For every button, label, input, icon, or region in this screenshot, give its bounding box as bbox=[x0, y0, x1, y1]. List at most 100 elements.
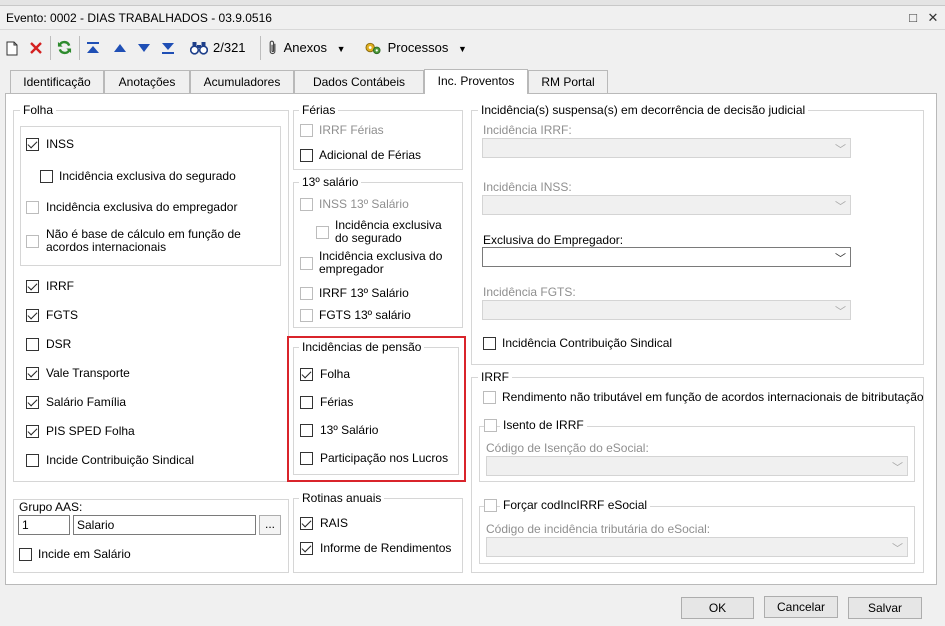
refresh-icon bbox=[57, 40, 72, 55]
informe-rendimentos-label: Informe de Rendimentos bbox=[320, 541, 452, 555]
incidencia-inss-select[interactable]: ﹀ bbox=[482, 195, 851, 215]
grupo-aas-label: Grupo AAS: bbox=[19, 500, 83, 514]
pensao-lucros-checkbox[interactable] bbox=[300, 452, 313, 465]
toolbar-separator bbox=[79, 36, 80, 60]
record-position: 2/321 bbox=[213, 40, 246, 55]
new-record-button[interactable] bbox=[6, 38, 20, 58]
inss-checkbox[interactable] bbox=[26, 138, 39, 151]
toolbar-separator bbox=[50, 36, 51, 60]
attachments-menu[interactable]: Anexos ▼ bbox=[268, 38, 358, 58]
incidencia-irrf-label: Incidência IRRF: bbox=[483, 123, 572, 137]
irrf-checkbox[interactable] bbox=[26, 280, 39, 293]
tab-rm-portal[interactable]: RM Portal bbox=[528, 70, 608, 93]
last-record-button[interactable] bbox=[162, 38, 176, 58]
tab-identificacao[interactable]: Identificação bbox=[10, 70, 104, 93]
incide-contribuicao-sindical-label: Incide Contribuição Sindical bbox=[46, 453, 195, 467]
incide-em-salario-checkbox[interactable] bbox=[19, 548, 32, 561]
salario-familia-checkbox[interactable] bbox=[26, 396, 39, 409]
incidencia-contribuicao-sindical-label: Incidência Contribuição Sindical bbox=[502, 336, 673, 350]
codigo-isencao-select[interactable]: ﹀ bbox=[486, 456, 908, 476]
tab-acumuladores[interactable]: Acumuladores bbox=[190, 70, 294, 93]
first-record-button[interactable] bbox=[87, 38, 101, 58]
pensao-folha-label: Folha bbox=[320, 367, 351, 381]
chevron-down-icon: ▼ bbox=[336, 44, 346, 54]
vale-transporte-checkbox[interactable] bbox=[26, 367, 39, 380]
chevron-down-icon: ▼ bbox=[457, 44, 467, 54]
pensao-13-checkbox[interactable] bbox=[300, 424, 313, 437]
arrow-up-icon bbox=[114, 44, 126, 52]
irrf-ferias-label: IRRF Férias bbox=[319, 123, 384, 137]
exclusiva-empregador-label: Exclusiva do Empregador: bbox=[483, 233, 624, 247]
restore-button[interactable]: □ bbox=[905, 10, 921, 26]
processes-menu[interactable]: Processos ▼ bbox=[364, 38, 474, 58]
last-record-icon bbox=[162, 43, 174, 54]
close-button[interactable]: ✕ bbox=[925, 10, 941, 26]
tab-inc-proventos[interactable]: Inc. Proventos bbox=[424, 69, 528, 94]
excl-empregador-13-checkbox[interactable] bbox=[300, 257, 313, 270]
delete-x-icon bbox=[30, 42, 42, 54]
chevron-down-icon: ﹀ bbox=[892, 543, 903, 555]
first-record-icon bbox=[87, 42, 99, 53]
refresh-button[interactable] bbox=[57, 38, 73, 58]
incide-contribuicao-sindical-checkbox[interactable] bbox=[26, 454, 39, 467]
nao-base-calculo-checkbox[interactable] bbox=[26, 235, 39, 248]
incidencia-contribuicao-sindical-checkbox[interactable] bbox=[483, 337, 496, 350]
grupo-aas-name-input[interactable]: Salario bbox=[73, 515, 256, 535]
excl-segurado-13-checkbox[interactable] bbox=[316, 226, 329, 239]
incide-em-salario-label: Incide em Salário bbox=[38, 547, 131, 561]
codigo-isencao-label: Código de Isenção do eSocial: bbox=[486, 441, 649, 455]
inc-exclusiva-segurado-checkbox[interactable] bbox=[40, 170, 53, 183]
irrf-label: IRRF bbox=[46, 279, 74, 293]
grupo-aas-browse-button[interactable]: ... bbox=[259, 515, 281, 535]
forcar-codincirrf-checkbox[interactable] bbox=[484, 499, 497, 512]
chevron-down-icon: ﹀ bbox=[835, 201, 846, 213]
incidencia-fgts-select[interactable]: ﹀ bbox=[482, 300, 851, 320]
rais-label: RAIS bbox=[320, 516, 349, 530]
grupo-aas-code-input[interactable]: 1 bbox=[18, 515, 70, 535]
excl-segurado-13-label: Incidência exclusiva do segurado bbox=[335, 218, 442, 245]
binoculars-icon bbox=[189, 42, 209, 55]
pensao-lucros-label: Participação nos Lucros bbox=[320, 451, 449, 465]
rendimento-nao-tributavel-label: Rendimento não tributável em função de a… bbox=[502, 390, 924, 404]
pensao-ferias-checkbox[interactable] bbox=[300, 396, 313, 409]
chevron-down-icon: ﹀ bbox=[835, 253, 846, 265]
gears-icon bbox=[365, 42, 381, 55]
informe-rendimentos-checkbox[interactable] bbox=[300, 542, 313, 555]
forcar-codincirrf-label: Forçar codIncIRRF eSocial bbox=[500, 498, 651, 512]
isento-irrf-checkbox[interactable] bbox=[484, 419, 497, 432]
save-button[interactable]: Salvar bbox=[848, 597, 922, 619]
codigo-incidencia-tributaria-select[interactable]: ﹀ bbox=[486, 537, 908, 557]
adicional-ferias-checkbox[interactable] bbox=[300, 149, 313, 162]
rais-checkbox[interactable] bbox=[300, 517, 313, 530]
irrf-13-checkbox[interactable] bbox=[300, 287, 313, 300]
rotinas-anuais-group-title: Rotinas anuais bbox=[299, 491, 385, 505]
fgts-13-label: FGTS 13º salário bbox=[319, 308, 411, 322]
irrf-13-label: IRRF 13º Salário bbox=[319, 286, 409, 300]
search-records-button[interactable] bbox=[189, 38, 210, 58]
irrf-group-title: IRRF bbox=[478, 370, 512, 384]
fgts-13-checkbox[interactable] bbox=[300, 309, 313, 322]
inss-13-label: INSS 13º Salário bbox=[319, 197, 409, 211]
delete-record-button[interactable] bbox=[29, 38, 45, 58]
irrf-ferias-checkbox[interactable] bbox=[300, 124, 313, 137]
next-record-button[interactable] bbox=[138, 38, 152, 58]
dsr-checkbox[interactable] bbox=[26, 338, 39, 351]
exclusiva-empregador-select[interactable]: ﹀ bbox=[482, 247, 851, 267]
fgts-checkbox[interactable] bbox=[26, 309, 39, 322]
ok-button[interactable]: OK bbox=[681, 597, 754, 619]
pis-sped-folha-checkbox[interactable] bbox=[26, 425, 39, 438]
chevron-down-icon: ﹀ bbox=[835, 144, 846, 156]
inss-13-checkbox[interactable] bbox=[300, 198, 313, 211]
window-title: Evento: 0002 - DIAS TRABALHADOS - 03.9.0… bbox=[6, 11, 272, 25]
cancel-button[interactable]: Cancelar bbox=[764, 596, 838, 618]
rendimento-nao-tributavel-checkbox[interactable] bbox=[483, 391, 496, 404]
tab-dados-contabeis[interactable]: Dados Contábeis bbox=[294, 70, 424, 93]
decimo-terceiro-group-title: 13º salário bbox=[299, 175, 362, 189]
previous-record-button[interactable] bbox=[114, 38, 128, 58]
incidencia-irrf-select[interactable]: ﹀ bbox=[482, 138, 851, 158]
inc-exclusiva-empregador-checkbox[interactable] bbox=[26, 201, 39, 214]
pensao-folha-checkbox[interactable] bbox=[300, 368, 313, 381]
attachments-label: Anexos bbox=[283, 40, 327, 55]
chevron-down-icon: ﹀ bbox=[835, 306, 846, 318]
tab-anotacoes[interactable]: Anotações bbox=[104, 70, 190, 93]
